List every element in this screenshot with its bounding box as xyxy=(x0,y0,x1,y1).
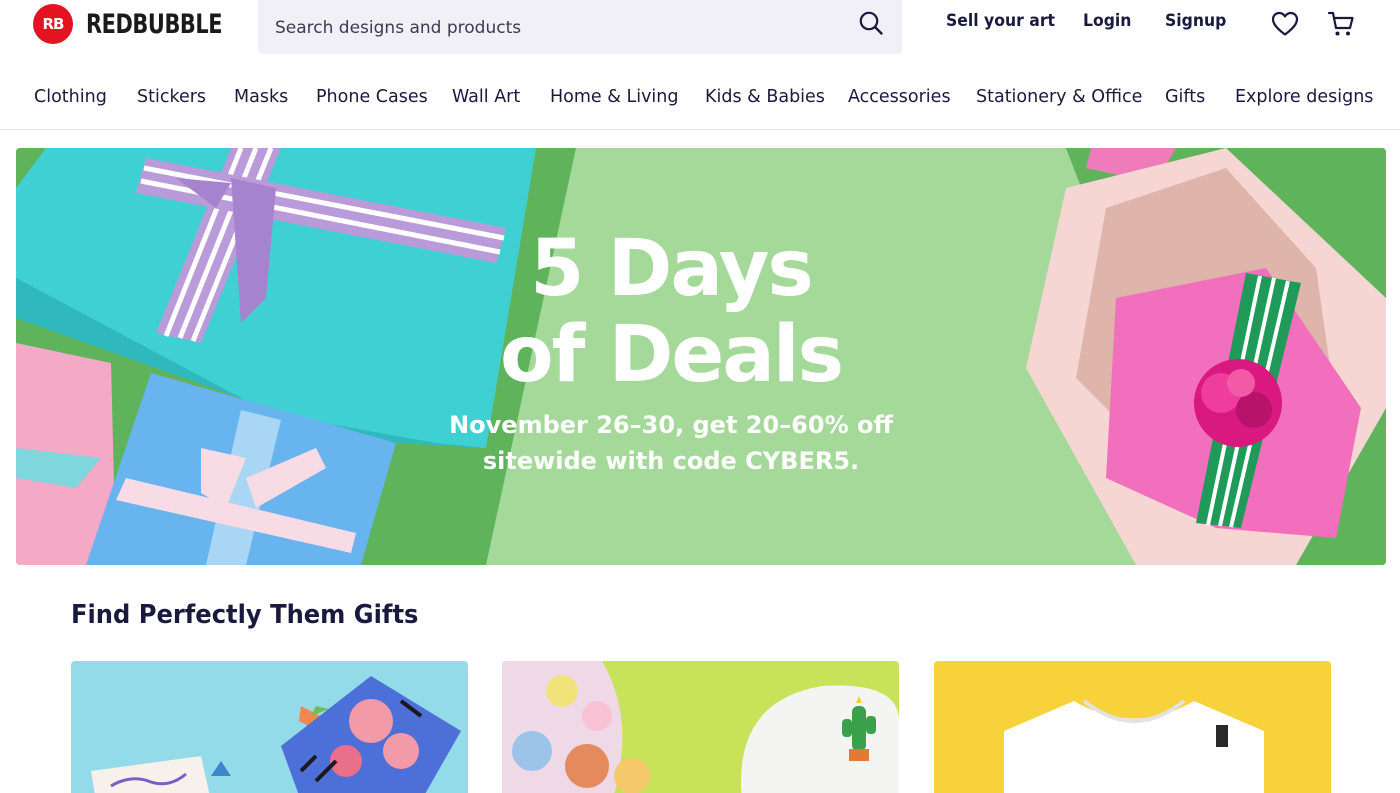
hero-subtitle-line2: sitewide with code CYBER5. xyxy=(482,447,860,475)
nav-kids-babies[interactable]: Kids & Babies xyxy=(705,87,825,107)
site-header: RB REDBUBBLE Sell your art Login Signup xyxy=(0,0,1400,62)
category-nav: Clothing Stickers Masks Phone Cases Wall… xyxy=(0,70,1400,130)
login-link[interactable]: Login xyxy=(1083,11,1131,31)
nav-masks[interactable]: Masks xyxy=(234,87,288,107)
nav-stationery-office[interactable]: Stationery & Office xyxy=(976,87,1142,107)
hero-subtitle-line1: November 26–30, get 20–60% off xyxy=(449,411,893,439)
nav-home-living[interactable]: Home & Living xyxy=(550,87,678,107)
nav-stickers[interactable]: Stickers xyxy=(137,87,206,107)
gift-card-home-decor[interactable] xyxy=(71,661,468,793)
sell-your-art-link[interactable]: Sell your art xyxy=(946,11,1055,31)
nav-phone-cases[interactable]: Phone Cases xyxy=(316,87,428,107)
signup-link[interactable]: Signup xyxy=(1165,11,1226,31)
section-title: Find Perfectly Them Gifts xyxy=(71,600,419,630)
search-bar xyxy=(258,0,902,54)
gift-card-accessories[interactable] xyxy=(502,661,899,793)
nav-wall-art[interactable]: Wall Art xyxy=(452,87,520,107)
nav-gifts[interactable]: Gifts xyxy=(1165,87,1205,107)
nav-explore-designs[interactable]: Explore designs xyxy=(1235,87,1373,107)
heart-icon[interactable] xyxy=(1270,9,1300,39)
search-icon[interactable] xyxy=(858,10,884,36)
logo-wordmark: REDBUBBLE xyxy=(86,8,223,40)
nav-accessories[interactable]: Accessories xyxy=(848,87,951,107)
hero-title-line2: of Deals xyxy=(499,310,844,400)
redbubble-logo[interactable]: RB REDBUBBLE xyxy=(33,4,244,44)
search-input[interactable] xyxy=(258,0,818,54)
cart-icon[interactable] xyxy=(1326,9,1356,39)
card-image-pillow xyxy=(71,661,468,793)
card-image-tshirt xyxy=(934,661,1331,793)
card-image-cap-and-bag xyxy=(502,661,899,793)
logo-mark: RB xyxy=(33,4,73,44)
hero-banner[interactable]: 5 Days of Deals November 26–30, get 20–6… xyxy=(16,148,1386,565)
hero-title-line1: 5 Days xyxy=(530,224,814,314)
nav-clothing[interactable]: Clothing xyxy=(34,87,107,107)
gift-card-clothing[interactable] xyxy=(934,661,1331,793)
